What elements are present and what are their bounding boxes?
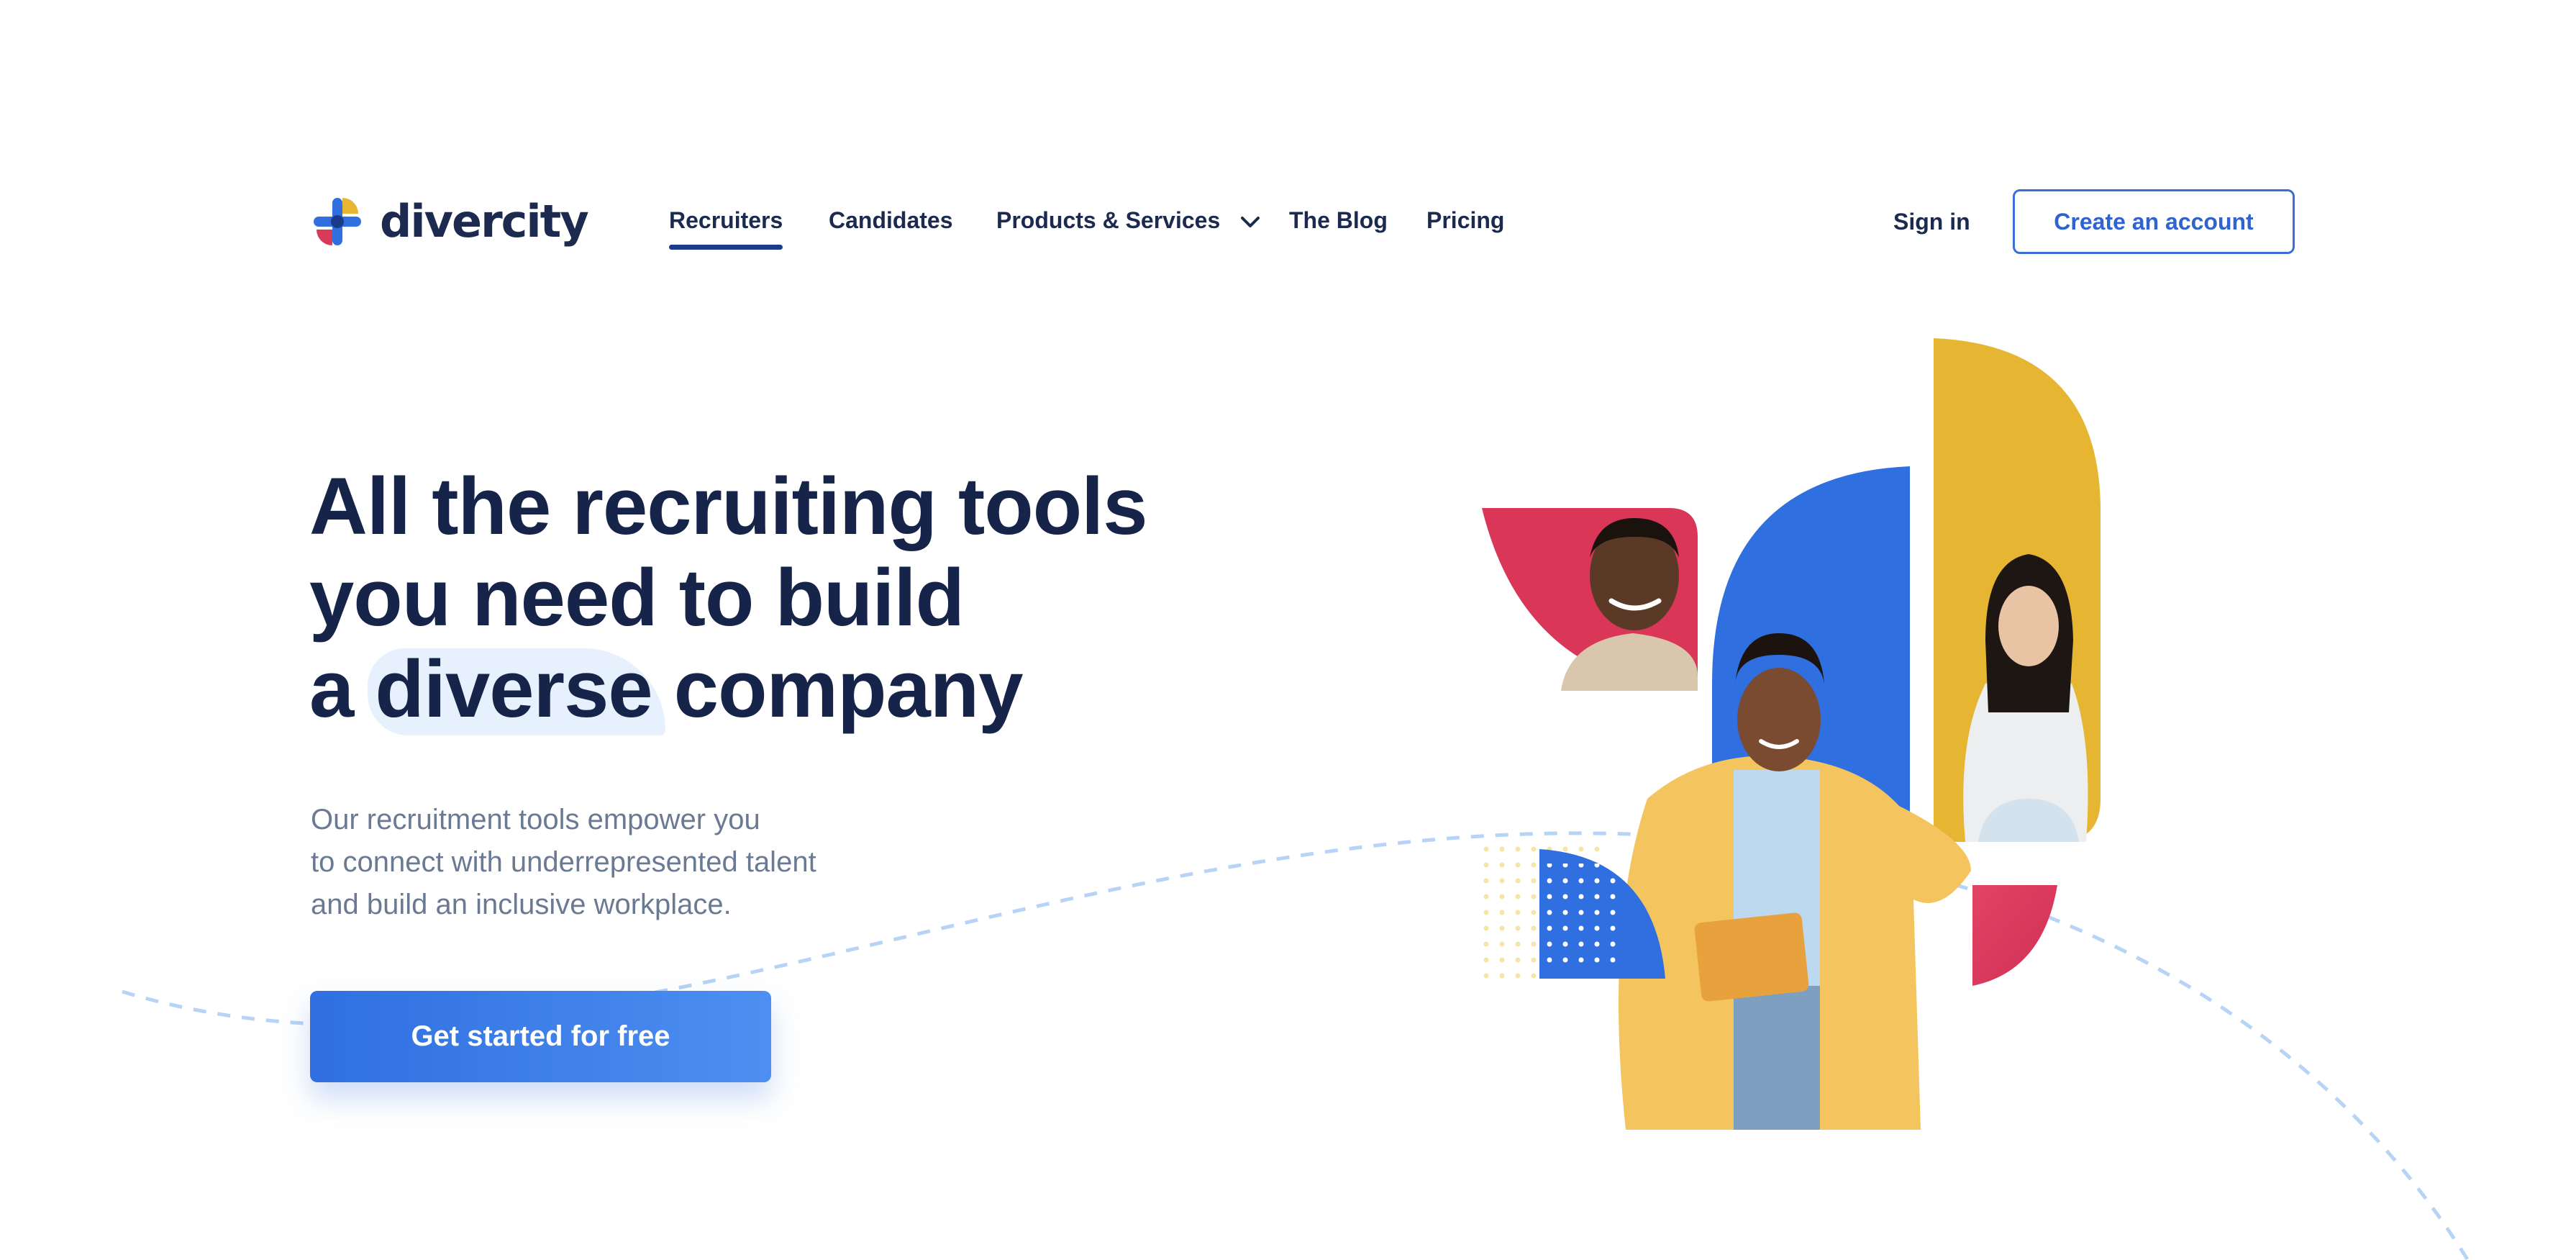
person-photo-woman-center <box>1619 633 1971 1130</box>
hero-headline: All the recruiting tools you need to bui… <box>309 461 1244 735</box>
get-started-button[interactable]: Get started for free <box>310 991 771 1082</box>
hero-illustration-art <box>1482 338 2101 1130</box>
chevron-down-icon <box>1241 216 1260 227</box>
nav-item-blog[interactable]: The Blog <box>1289 206 1388 235</box>
logo-wordmark: divercity <box>380 195 589 248</box>
logo[interactable]: divercity <box>311 193 589 250</box>
nav-item-products-services[interactable]: Products & Services <box>996 206 1261 235</box>
hero-illustration <box>1482 338 2129 1130</box>
headline-highlight: diverse <box>375 644 652 734</box>
subtitle-line-2: to connect with underrepresented talent <box>311 846 816 878</box>
headline-prefix: a <box>309 644 376 734</box>
nav-item-label: The Blog <box>1289 207 1388 233</box>
subtitle-line-1: Our recruitment tools empower you <box>311 804 760 835</box>
headline-line-1: All the recruiting tools <box>309 461 1148 551</box>
nav-item-label: Candidates <box>829 207 953 233</box>
create-account-button[interactable]: Create an account <box>2013 189 2295 254</box>
nav-item-label: Recruiters <box>669 207 783 233</box>
white-dots-pattern <box>1547 864 1626 971</box>
nav-item-label: Pricing <box>1426 207 1505 233</box>
nav-item-pricing[interactable]: Pricing <box>1426 206 1504 235</box>
red-shape-bottom <box>1972 885 2057 986</box>
hero-subtitle: Our recruitment tools empower you to con… <box>311 799 958 926</box>
nav-item-label: Products & Services <box>996 207 1221 233</box>
sign-in-link[interactable]: Sign in <box>1893 207 1970 236</box>
headline-line-2: you need to build <box>309 553 965 643</box>
nav-item-candidates[interactable]: Candidates <box>829 206 952 235</box>
subtitle-line-3: and build an inclusive workplace. <box>311 889 732 920</box>
logo-mark-icon <box>314 198 361 245</box>
headline-suffix: company <box>652 644 1024 734</box>
headline-line-3: a diverse company <box>309 643 1244 735</box>
nav-item-recruiters[interactable]: Recruiters <box>669 206 783 250</box>
